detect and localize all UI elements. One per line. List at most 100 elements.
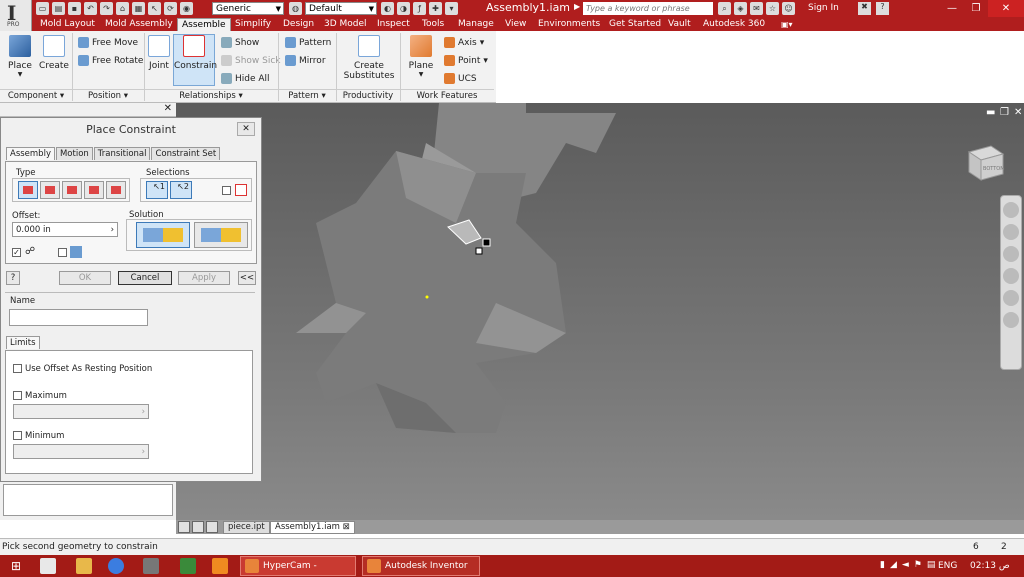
browser-icon[interactable] <box>108 558 124 574</box>
tab-get-started[interactable]: Get Started <box>605 18 665 31</box>
show-button[interactable]: Show <box>221 37 259 48</box>
minimize-icon[interactable]: — <box>940 0 964 17</box>
select-icon[interactable]: ↖ <box>148 2 161 15</box>
minimum-checkbox[interactable] <box>13 431 22 440</box>
ok-button[interactable]: OK <box>59 271 111 285</box>
undo-icon[interactable]: ↶ <box>84 2 97 15</box>
viewport-minimize-icon[interactable]: ▬ <box>986 107 995 118</box>
sign-in-link[interactable]: Sign In <box>808 3 839 13</box>
tab-transitional[interactable]: Transitional <box>93 147 151 160</box>
apply-button[interactable]: Apply <box>178 271 230 285</box>
orbit-icon[interactable] <box>1003 268 1019 284</box>
selection-2-button[interactable]: ↖2 <box>170 181 192 199</box>
angle-constraint-button[interactable] <box>40 181 60 199</box>
close-icon[interactable]: ⊠ <box>343 522 350 532</box>
help-icon[interactable]: ? <box>876 2 889 15</box>
flag-icon[interactable]: ⚑ <box>914 560 922 570</box>
close-icon[interactable]: ✕ <box>164 103 172 114</box>
tab-autodesk-360[interactable]: Autodesk 360 <box>699 18 769 31</box>
zoom-icon[interactable] <box>1003 246 1019 262</box>
appearance-combo[interactable]: Default ▼ <box>305 2 377 15</box>
place-button[interactable]: Place ▼ <box>4 35 36 78</box>
steering-wheel-icon[interactable] <box>1003 202 1019 218</box>
tab-motion[interactable]: Motion <box>55 147 93 160</box>
comm-center-icon[interactable]: ✉ <box>750 2 763 15</box>
app-pinned-icon[interactable] <box>40 558 56 574</box>
pattern-button[interactable]: Pattern <box>285 37 331 48</box>
more-icon[interactable]: ▾ <box>445 2 458 15</box>
binoculars-icon[interactable]: ⌕ <box>718 2 731 15</box>
open-icon[interactable]: ▤ <box>52 2 65 15</box>
print-icon[interactable]: ▦ <box>132 2 145 15</box>
pattern-panel-label[interactable]: Pattern ▾ <box>278 89 336 102</box>
search-input[interactable]: Type a keyword or phrase <box>583 2 713 15</box>
relationships-panel-label[interactable]: Relationships ▾ <box>144 89 278 102</box>
vlc-icon[interactable] <box>212 558 228 574</box>
viewport-close-icon[interactable]: ✕ <box>1014 107 1022 118</box>
insert-constraint-button[interactable] <box>84 181 104 199</box>
star-icon[interactable]: ☆ <box>766 2 779 15</box>
taskbar-hypercam[interactable]: HyperCam - Recordi... <box>240 556 356 576</box>
tab-constraint-set[interactable]: Constraint Set <box>151 147 221 160</box>
windows-start-icon[interactable]: ⊞ <box>8 558 24 574</box>
tab-assemble[interactable]: Assemble <box>177 18 231 31</box>
close-icon[interactable]: ✕ <box>988 0 1024 17</box>
maximum-field[interactable]: › <box>13 404 149 419</box>
volume-icon[interactable]: ◄ <box>902 560 909 570</box>
tab-3d-model[interactable]: 3D Model <box>320 18 371 31</box>
tab-limits[interactable]: Limits <box>6 336 40 349</box>
viewport-restore-icon[interactable]: ❐ <box>1000 107 1009 118</box>
navbar-options-icon[interactable] <box>1003 312 1019 328</box>
plane-button[interactable]: Plane ▼ <box>404 35 438 78</box>
adjust-icon[interactable]: ◐ <box>381 2 394 15</box>
tab-tools[interactable]: Tools <box>418 18 448 31</box>
show-preview-checkbox[interactable]: ✓ <box>12 248 21 257</box>
selection-1-button[interactable]: ↖1 <box>146 181 168 199</box>
cascade-icon[interactable] <box>192 521 204 533</box>
predict-offset-checkbox[interactable] <box>58 248 67 257</box>
tab-inspect[interactable]: Inspect <box>373 18 414 31</box>
tile-icon[interactable] <box>178 521 190 533</box>
create-button[interactable]: Create <box>38 35 70 71</box>
axis-button[interactable]: Axis ▾ <box>444 37 484 48</box>
tab-manage[interactable]: Manage <box>454 18 498 31</box>
doc-tab-assembly[interactable]: Assembly1.iam ⊠ <box>270 521 355 534</box>
mirror-button[interactable]: Mirror <box>285 55 326 66</box>
file-explorer-icon[interactable] <box>76 558 92 574</box>
model-browser-tree[interactable] <box>3 484 173 516</box>
use-offset-checkbox[interactable] <box>13 364 22 373</box>
material-icon[interactable]: ◉ <box>180 2 193 15</box>
pick-part-first-checkbox[interactable] <box>222 186 231 195</box>
menu-icon[interactable] <box>206 521 218 533</box>
create-substitutes-button[interactable]: Create Substitutes <box>340 35 398 81</box>
tangent-constraint-button[interactable] <box>62 181 82 199</box>
clock[interactable]: 02:13 ص <box>970 561 1010 571</box>
update-icon[interactable]: ⟳ <box>164 2 177 15</box>
function-icon[interactable]: ƒ <box>413 2 426 15</box>
taskbar-inventor[interactable]: Autodesk Inventor Pr... <box>362 556 480 576</box>
ribbon-options-icon[interactable]: ▣▾ <box>777 18 797 31</box>
doc-tab-piece[interactable]: piece.ipt <box>223 521 270 534</box>
show-sick-button[interactable]: Show Sick <box>221 55 281 66</box>
save-icon[interactable]: ▪ <box>68 2 81 15</box>
help-button[interactable]: ? <box>6 271 20 285</box>
material-combo[interactable]: Generic ▼ <box>212 2 284 15</box>
symmetry-constraint-button[interactable] <box>106 181 126 199</box>
network-icon[interactable]: ◢ <box>890 560 897 570</box>
tab-assembly[interactable]: Assembly <box>6 147 55 160</box>
position-panel-label[interactable]: Position ▾ <box>72 89 144 102</box>
collapse-button[interactable]: << <box>238 271 256 285</box>
free-rotate-button[interactable]: Free Rotate <box>78 55 143 66</box>
battery-icon[interactable]: ▮ <box>880 560 885 570</box>
appearance-icon[interactable]: ◍ <box>289 2 302 15</box>
tab-environments[interactable]: Environments <box>534 18 604 31</box>
component-panel-label[interactable]: Component ▾ <box>0 89 72 102</box>
tab-simplify[interactable]: Simplify <box>231 18 275 31</box>
new-icon[interactable]: ▭ <box>36 2 49 15</box>
cancel-button[interactable]: Cancel <box>118 271 172 285</box>
measure-icon[interactable]: ✚ <box>429 2 442 15</box>
exchange-icon[interactable]: ✖ <box>858 2 871 15</box>
point-button[interactable]: Point ▾ <box>444 55 488 66</box>
minimum-field[interactable]: › <box>13 444 149 459</box>
tab-mold-assembly[interactable]: Mold Assembly <box>101 18 177 31</box>
